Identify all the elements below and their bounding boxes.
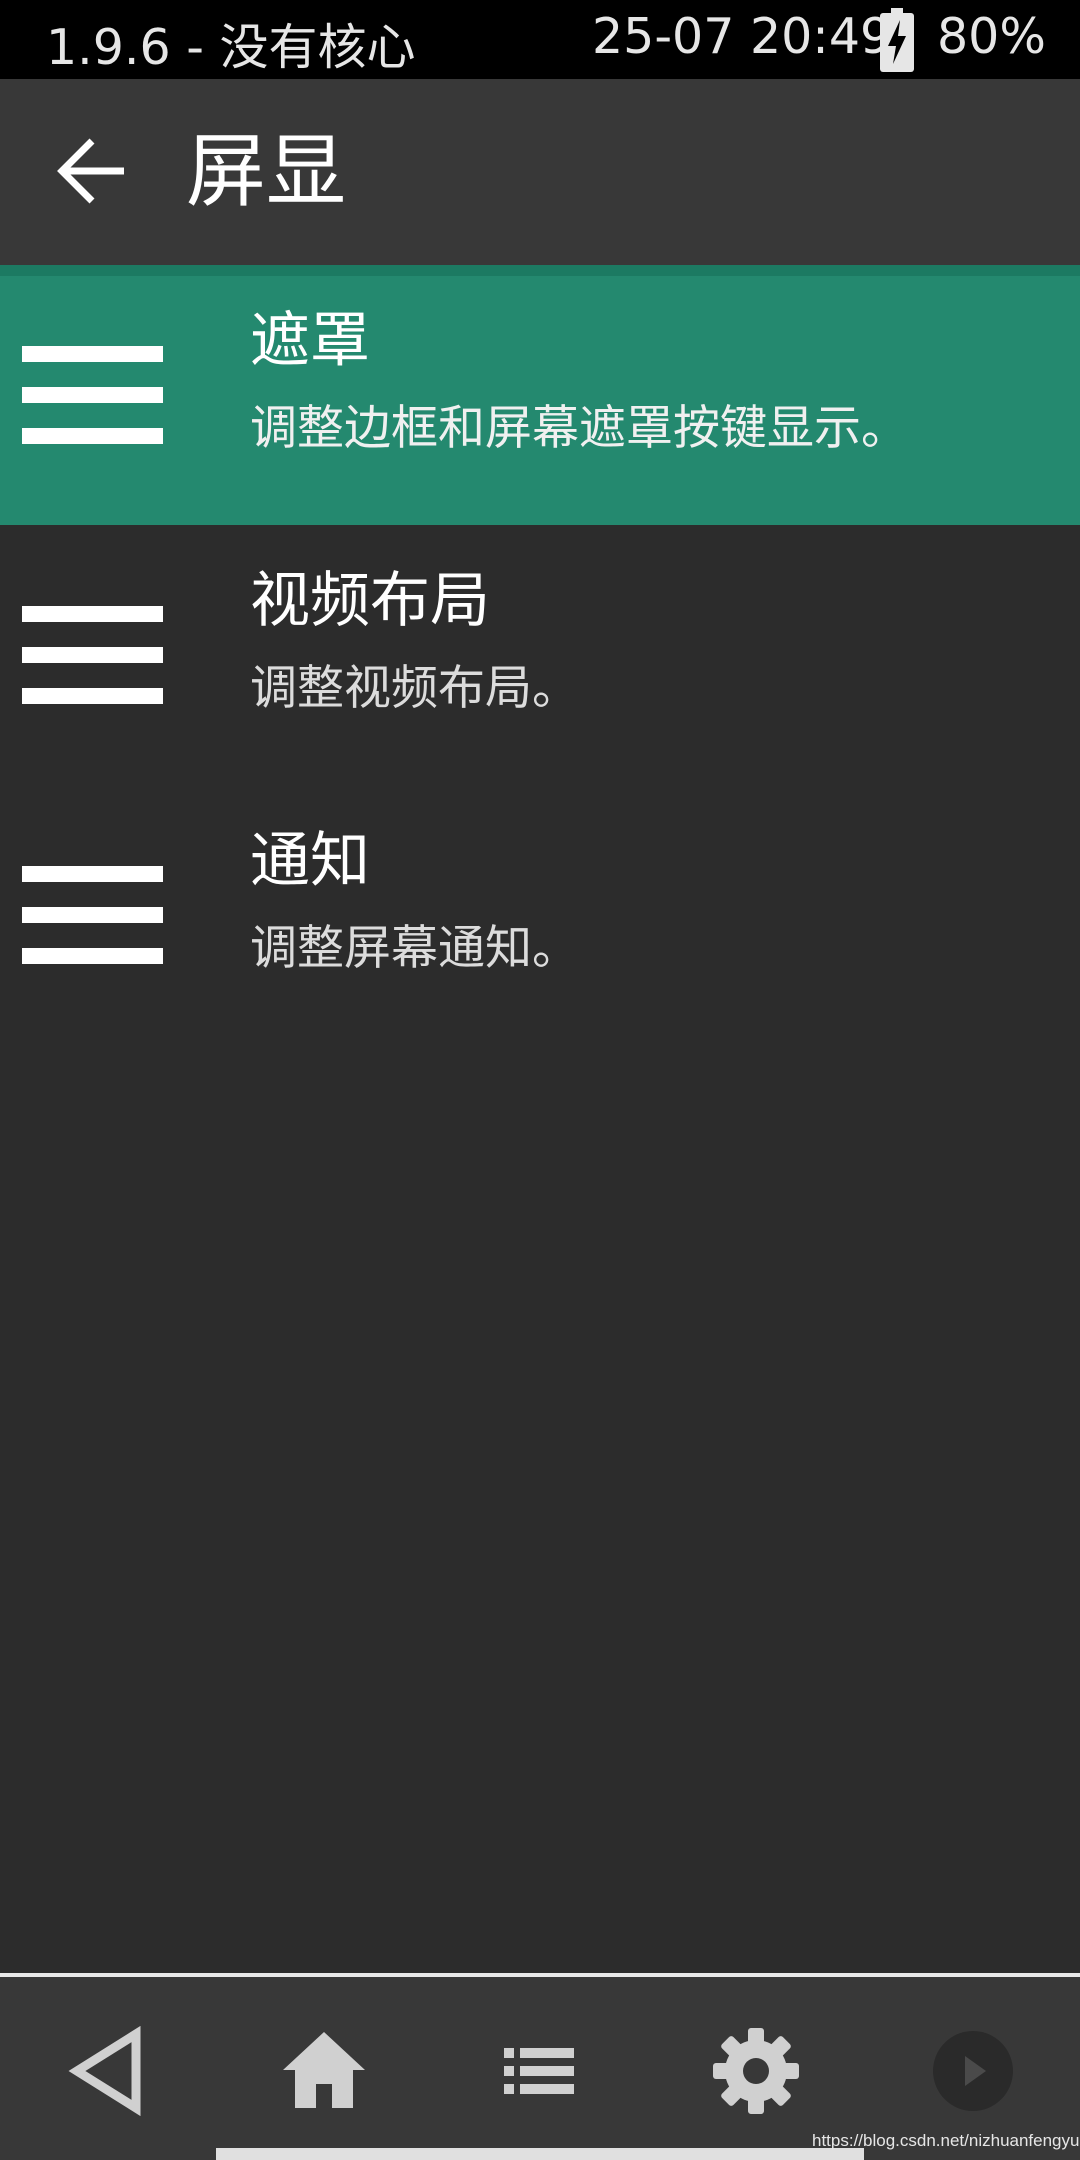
arrow-left-icon[interactable] bbox=[52, 129, 136, 213]
menu-item-video-layout[interactable]: 视频布局 调整视频布局。 bbox=[0, 525, 1080, 785]
back-triangle-icon[interactable] bbox=[63, 2026, 153, 2116]
menu-lines-icon bbox=[22, 606, 163, 704]
settings-menu-list: 遮罩 调整边框和屏幕遮罩按键显示。 视频布局 调整视频布局。 通知 调整屏幕通知… bbox=[0, 265, 1080, 1045]
menu-item-title: 通知 bbox=[250, 826, 370, 896]
list-icon[interactable] bbox=[494, 2026, 584, 2116]
menu-item-description: 调整视频布局。 bbox=[250, 661, 579, 716]
home-indicator[interactable] bbox=[216, 2148, 864, 2160]
menu-item-description: 调整边框和屏幕遮罩按键显示。 bbox=[250, 401, 908, 456]
app-bar: 屏显 bbox=[0, 79, 1080, 265]
app-status-text: 1.9.6 - 没有核心 bbox=[46, 19, 416, 76]
menu-item-overlay[interactable]: 遮罩 调整边框和屏幕遮罩按键显示。 bbox=[0, 265, 1080, 525]
menu-lines-icon bbox=[22, 346, 163, 444]
status-bar: 1.9.6 - 没有核心 25-07 20:49 80% bbox=[0, 0, 1080, 79]
menu-item-title: 遮罩 bbox=[250, 306, 370, 376]
play-icon[interactable] bbox=[928, 2026, 1018, 2116]
home-icon[interactable] bbox=[279, 2026, 369, 2116]
datetime-text: 25-07 20:49 bbox=[592, 8, 892, 65]
menu-item-title: 视频布局 bbox=[250, 566, 490, 636]
screen: 1.9.6 - 没有核心 25-07 20:49 80% 屏显 遮罩 调整边框和… bbox=[0, 0, 1080, 2160]
gear-icon[interactable] bbox=[711, 2026, 801, 2116]
menu-item-notifications[interactable]: 通知 调整屏幕通知。 bbox=[0, 785, 1080, 1045]
page-title: 屏显 bbox=[186, 125, 346, 218]
watermark-text: https://blog.csdn.net/nizhuanfengyun bbox=[812, 2131, 1080, 2150]
battery-percent-text: 80% bbox=[937, 8, 1046, 65]
menu-lines-icon bbox=[22, 866, 163, 964]
menu-item-description: 调整屏幕通知。 bbox=[250, 921, 579, 976]
battery-charging-icon bbox=[880, 8, 914, 72]
